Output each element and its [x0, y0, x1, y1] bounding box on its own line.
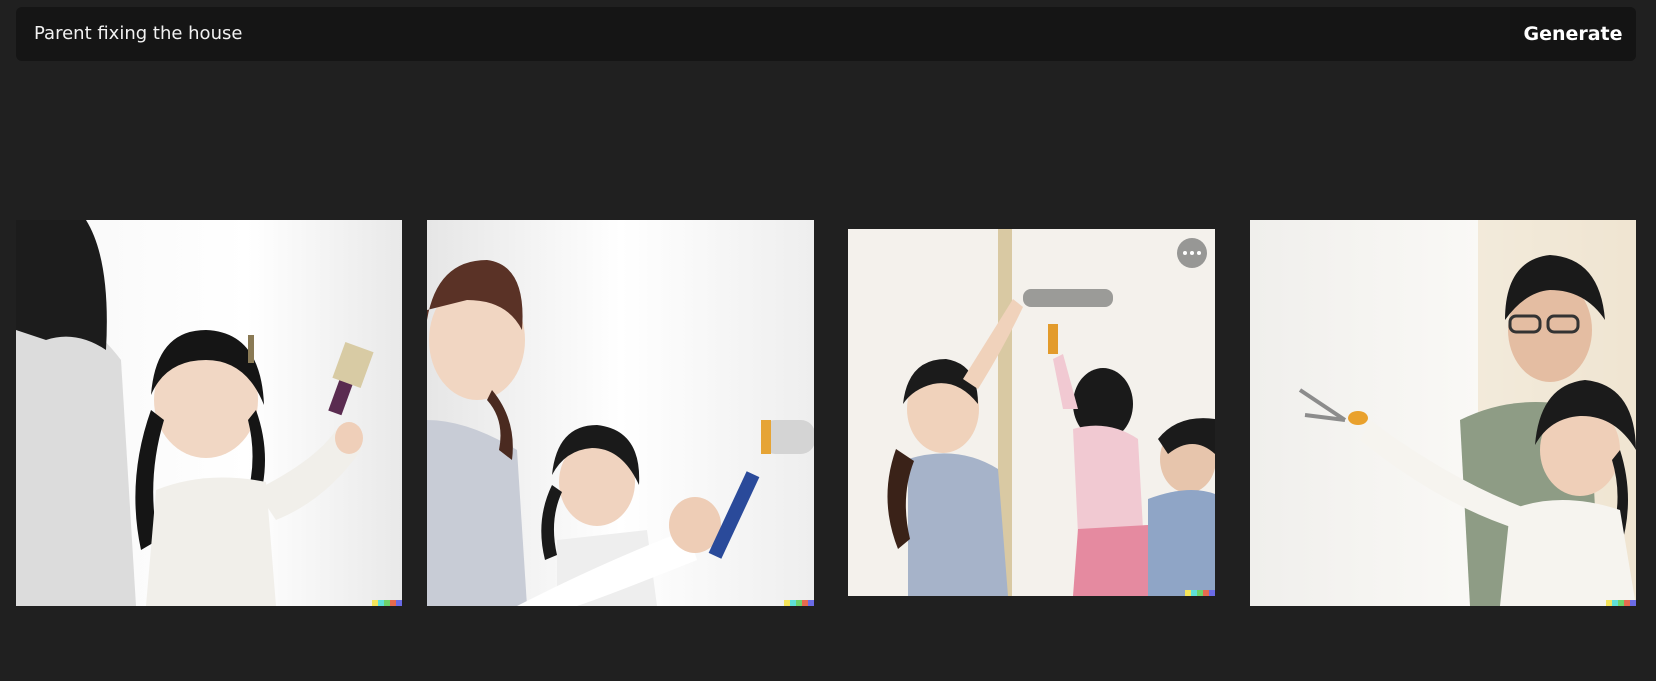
result-image-3[interactable] — [848, 229, 1215, 596]
more-options-icon[interactable] — [1177, 238, 1207, 268]
result-image-1[interactable] — [16, 220, 402, 606]
generate-button[interactable]: Generate — [1510, 7, 1636, 61]
result-image-2-picture — [427, 220, 814, 606]
result-image-1-picture — [16, 220, 402, 606]
dalle-signature — [1606, 600, 1636, 606]
prompt-input[interactable]: Parent fixing the house — [34, 7, 242, 61]
result-image-3-picture — [848, 229, 1215, 596]
prompt-bar: Parent fixing the house Generate — [16, 7, 1636, 61]
dalle-signature — [784, 600, 814, 606]
dalle-signature — [1185, 590, 1215, 596]
dalle-signature — [372, 600, 402, 606]
result-image-4-picture — [1250, 220, 1636, 606]
result-image-4[interactable] — [1250, 220, 1636, 606]
result-image-2[interactable] — [427, 220, 814, 606]
